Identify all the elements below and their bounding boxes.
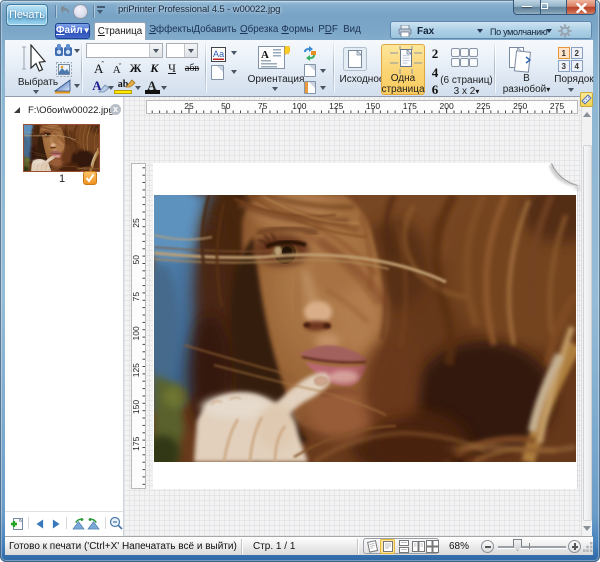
svg-text:125: 125 <box>132 363 141 377</box>
svg-text:250: 250 <box>513 101 527 111</box>
svg-text:175: 175 <box>132 436 141 450</box>
svg-text:75: 75 <box>258 101 268 111</box>
svg-text:75: 75 <box>132 292 141 302</box>
svg-text:Аа: Аа <box>213 49 224 59</box>
svg-text:150: 150 <box>366 101 380 111</box>
svg-text:25: 25 <box>132 218 141 228</box>
svg-text:150: 150 <box>132 400 141 414</box>
svg-text:125: 125 <box>329 101 343 111</box>
svg-text:2: 2 <box>575 49 580 58</box>
svg-text:3: 3 <box>562 62 567 71</box>
svg-text:4: 4 <box>575 62 580 71</box>
svg-text:225: 225 <box>476 101 490 111</box>
svg-text:50: 50 <box>132 255 141 265</box>
svg-text:A: A <box>261 49 269 61</box>
svg-text:25: 25 <box>184 101 194 111</box>
svg-text:100: 100 <box>132 326 141 340</box>
svg-text:1: 1 <box>562 49 567 58</box>
svg-text:100: 100 <box>292 101 306 111</box>
svg-text:275: 275 <box>550 101 564 111</box>
svg-text:50: 50 <box>221 101 231 111</box>
svg-text:175: 175 <box>403 101 417 111</box>
svg-text:200: 200 <box>440 101 454 111</box>
